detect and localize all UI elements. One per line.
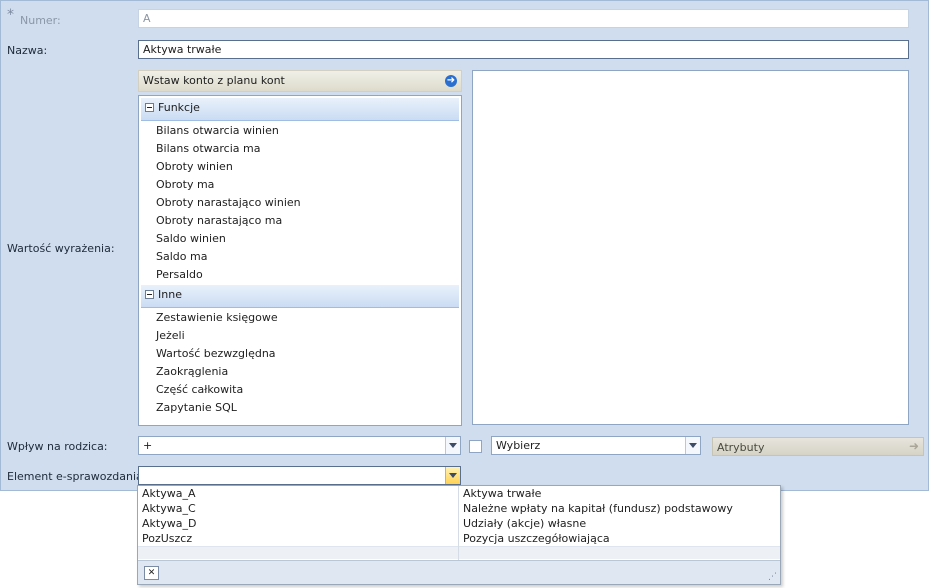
row-name: Udziały (akcje) własne xyxy=(463,517,587,530)
nazwa-field[interactable]: Aktywa trwałe xyxy=(138,40,909,59)
arrow-right-icon: ➜ xyxy=(908,439,919,453)
list-item[interactable]: Bilans otwarcia winien xyxy=(139,121,461,139)
dropdown-row[interactable]: Aktywa_A Aktywa trwałe xyxy=(138,486,780,501)
row-code: PozUszcz xyxy=(142,532,193,545)
list-item[interactable]: Obroty narastająco ma xyxy=(139,211,461,229)
wplyw-value: + xyxy=(143,439,153,452)
element-combo[interactable] xyxy=(138,466,461,485)
group-label: Inne xyxy=(158,288,182,301)
wybierz-value: Wybierz xyxy=(496,439,541,452)
wybierz-combo[interactable]: Wybierz xyxy=(491,436,701,455)
wartosc-label: Wartość wyrażenia: xyxy=(7,242,115,255)
wplyw-combo[interactable]: + xyxy=(138,436,461,455)
nazwa-label: Nazwa: xyxy=(7,44,48,57)
list-item[interactable]: Obroty narastająco winien xyxy=(139,193,461,211)
chevron-down-icon[interactable] xyxy=(685,437,700,454)
list-item[interactable]: Bilans otwarcia ma xyxy=(139,139,461,157)
list-item[interactable]: Część całkowita xyxy=(139,380,461,398)
element-dropdown[interactable]: Aktywa_A Aktywa trwałe Aktywa_C Należne … xyxy=(137,485,781,585)
atrybuty-label: Atrybuty xyxy=(717,441,765,454)
list-item[interactable]: Obroty ma xyxy=(139,175,461,193)
wplyw-label: Wpływ na rodzica: xyxy=(7,440,108,453)
list-item[interactable]: Zestawienie księgowe xyxy=(139,308,461,326)
atrybuty-button[interactable]: Atrybuty ➜ xyxy=(712,437,924,456)
element-label: Element e-sprawozdania xyxy=(7,470,143,483)
list-item[interactable]: Wartość bezwzględna xyxy=(139,344,461,362)
dropdown-row[interactable]: Aktywa_C Należne wpłaty na kapitał (fund… xyxy=(138,501,780,516)
row-code: Aktywa_C xyxy=(142,502,196,515)
dropdown-row[interactable]: Aktywa_D Udziały (akcje) własne xyxy=(138,516,780,531)
chevron-down-icon[interactable] xyxy=(445,437,460,454)
insert-account-label: Wstaw konto z planu kont xyxy=(143,74,285,87)
asterisk-icon: * xyxy=(7,7,14,23)
dropdown-footer: ✕ ⋰ xyxy=(138,560,780,584)
resize-grip-icon[interactable]: ⋰ xyxy=(768,572,777,582)
group-header-inne[interactable]: Inne xyxy=(141,285,459,308)
chevron-down-icon[interactable] xyxy=(445,467,460,484)
arrow-right-icon: ➜ xyxy=(445,75,457,87)
list-item[interactable]: Obroty winien xyxy=(139,157,461,175)
row-code: Aktywa_A xyxy=(142,487,196,500)
numer-field[interactable]: A xyxy=(138,9,909,28)
numer-label: Numer: xyxy=(20,14,61,27)
insert-account-button[interactable]: Wstaw konto z planu kont ➜ xyxy=(138,70,462,92)
group-label: Funkcje xyxy=(158,101,200,114)
list-item[interactable]: Saldo ma xyxy=(139,247,461,265)
row-name: Pozycja uszczegółowiająca xyxy=(463,532,610,545)
dropdown-empty-row xyxy=(138,546,780,559)
list-item[interactable]: Persaldo xyxy=(139,265,461,283)
collapse-icon[interactable] xyxy=(145,103,154,112)
column-divider xyxy=(458,486,459,560)
row-name: Należne wpłaty na kapitał (fundusz) pods… xyxy=(463,502,733,515)
row-code: Aktywa_D xyxy=(142,517,197,530)
group-header-funkcje[interactable]: Funkcje xyxy=(141,98,459,121)
checkbox[interactable] xyxy=(469,440,482,453)
list-item[interactable]: Zaokrąglenia xyxy=(139,362,461,380)
list-item[interactable]: Saldo winien xyxy=(139,229,461,247)
list-item[interactable]: Zapytanie SQL xyxy=(139,398,461,416)
expression-editor[interactable] xyxy=(472,70,909,425)
row-name: Aktywa trwałe xyxy=(463,487,542,500)
form-panel: * Numer: A Nazwa: Aktywa trwałe Wartość … xyxy=(0,0,929,491)
collapse-icon[interactable] xyxy=(145,290,154,299)
clear-icon[interactable]: ✕ xyxy=(144,566,159,580)
list-item[interactable]: Jeżeli xyxy=(139,326,461,344)
dropdown-row[interactable]: PozUszcz Pozycja uszczegółowiająca xyxy=(138,531,780,546)
function-list[interactable]: Funkcje Bilans otwarcia winien Bilans ot… xyxy=(138,95,462,426)
